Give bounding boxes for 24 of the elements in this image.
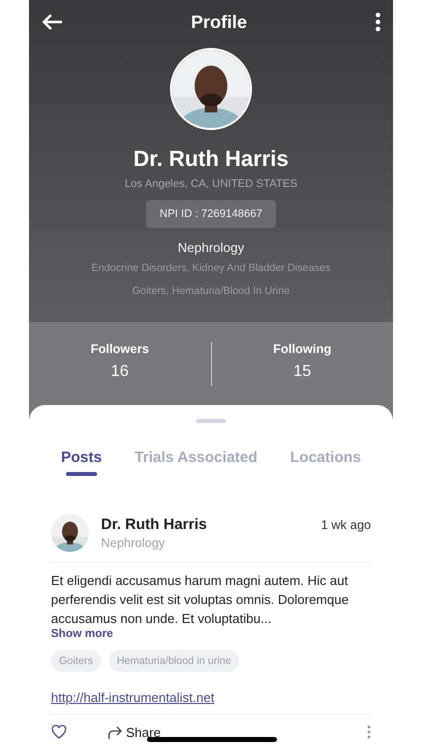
subspecialty-text: Endocrine Disorders, Kidney And Bladder Diseases bbox=[91, 262, 331, 274]
heart-icon[interactable] bbox=[51, 725, 67, 739]
subspecialty-text: Goiters, Hematuria/Blood In Urine bbox=[132, 285, 290, 297]
back-arrow-icon[interactable] bbox=[41, 13, 63, 31]
stat-label: Following bbox=[273, 342, 332, 356]
post-time: 1 wk ago bbox=[320, 518, 371, 532]
share-button[interactable]: Share bbox=[107, 725, 161, 740]
stat-label: Followers bbox=[90, 342, 149, 356]
sheet-handle[interactable] bbox=[196, 419, 226, 423]
tab[interactable]: Posts bbox=[61, 449, 102, 476]
screen-title: Profile bbox=[190, 12, 247, 32]
profile-specialty: Nephrology bbox=[178, 240, 244, 255]
post-body: Et eligendi accusamus harum magni autem. Hic aut perferendis velit est sit voluptas omnis. Doloremque accusamus non unde. Et voluptatibu... bbox=[51, 572, 350, 628]
stat-value: 15 bbox=[293, 363, 312, 381]
stat-value: 16 bbox=[110, 363, 129, 381]
npi-id-badge: NPI ID : 7269148667 bbox=[146, 200, 276, 228]
profile-name: Dr. Ruth Harris bbox=[133, 146, 289, 172]
share-arrow-icon bbox=[107, 726, 123, 740]
post-author-specialty: Nephrology bbox=[101, 536, 166, 550]
more-options-icon[interactable] bbox=[374, 12, 381, 32]
show-more-link[interactable]: Show more bbox=[51, 628, 113, 640]
post-link[interactable]: http://half-instrumentalist.net bbox=[51, 690, 214, 705]
post-author: Dr. Ruth Harris bbox=[101, 516, 208, 533]
profile-location: Los Angeles, CA, UNITED STATES bbox=[124, 178, 298, 190]
